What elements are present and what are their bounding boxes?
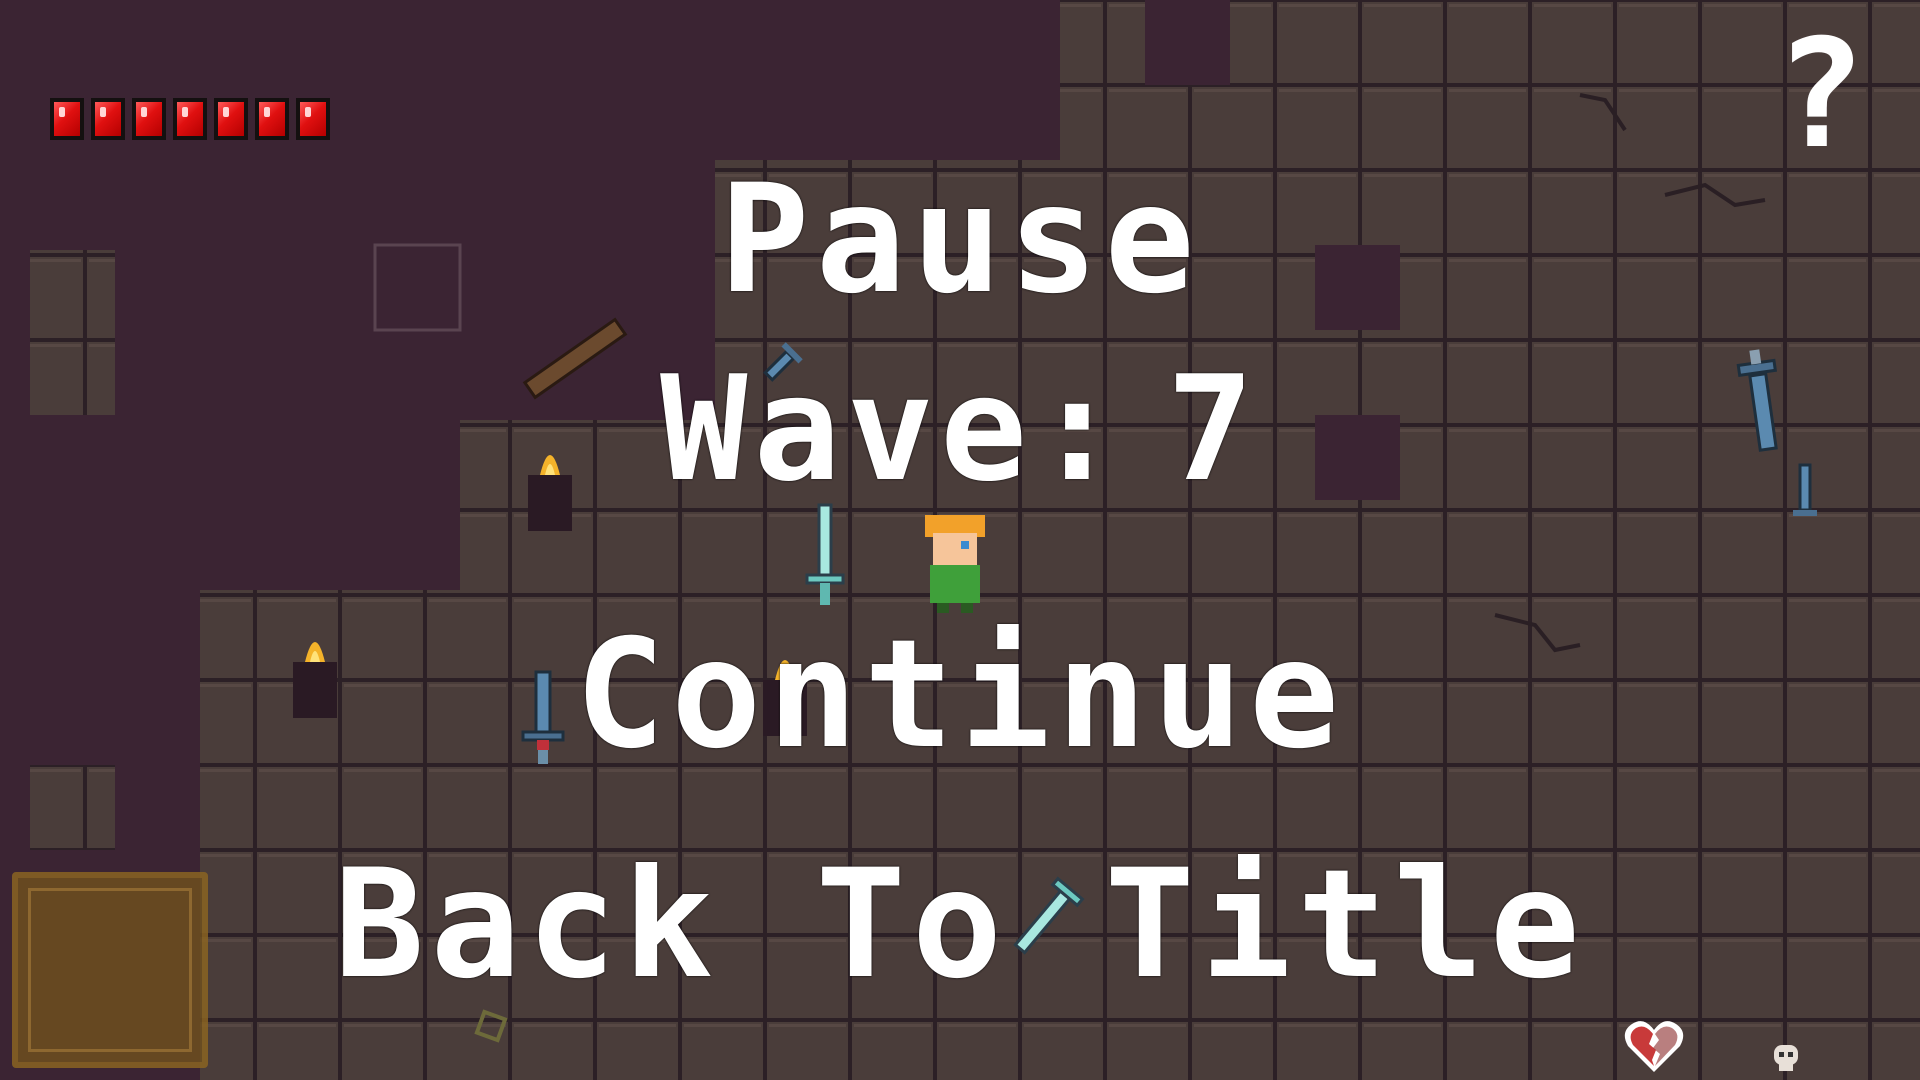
health-pip — [173, 98, 207, 140]
inventory-slot[interactable] — [12, 872, 208, 1068]
continue-button[interactable]: Continue — [0, 615, 1920, 775]
skull-icon — [1774, 1045, 1798, 1071]
help-button[interactable]: ? — [1775, 20, 1865, 170]
health-pip — [255, 98, 289, 140]
wave-number: 7 — [1166, 345, 1260, 514]
health-pip — [91, 98, 125, 140]
health-pip — [214, 98, 248, 140]
wave-label: Wave: — [660, 345, 1127, 514]
back-to-title-button[interactable]: Back To Title — [0, 845, 1920, 1005]
health-pip — [296, 98, 330, 140]
health-pip — [132, 98, 166, 140]
broken-heart-icon — [1624, 1021, 1684, 1072]
health-bar — [50, 98, 330, 140]
player-character-icon — [925, 515, 985, 613]
pause-title: Pause — [719, 153, 1201, 327]
health-pip — [50, 98, 84, 140]
wave-indicator: Wave: 7 — [0, 350, 1920, 510]
